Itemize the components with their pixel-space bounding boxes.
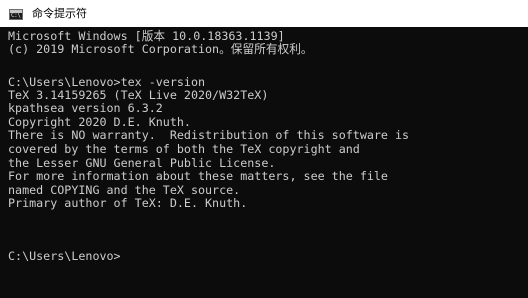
console-prompt-line[interactable]: C:\Users\Lenovo> — [8, 249, 121, 264]
window-title: 命令提示符 — [32, 7, 87, 20]
console-area[interactable]: Microsoft Windows [版本 10.0.18363.1139] (… — [0, 27, 528, 298]
console-line: Primary author of TeX: D.E. Knuth. — [8, 196, 248, 210]
console-line: covered by the terms of both the TeX cop… — [8, 142, 360, 156]
console-icon[interactable]: C:\ — [9, 9, 23, 20]
console-icon-text: C:\ — [11, 12, 21, 19]
console-line: (c) 2019 Microsoft Corporation。保留所有权利。 — [8, 42, 313, 56]
console-line: kpathsea version 6.3.2 — [8, 101, 163, 115]
console-line: For more information about these matters… — [8, 169, 388, 183]
console-scrollbar[interactable] — [515, 27, 528, 298]
title-bar[interactable]: C:\ 命令提示符 — [0, 0, 528, 27]
console-line: There is NO warranty. Redistribution of … — [8, 128, 410, 142]
command-prompt-window: C:\ 命令提示符 Microsoft Windows [版本 10.0.183… — [0, 0, 528, 298]
